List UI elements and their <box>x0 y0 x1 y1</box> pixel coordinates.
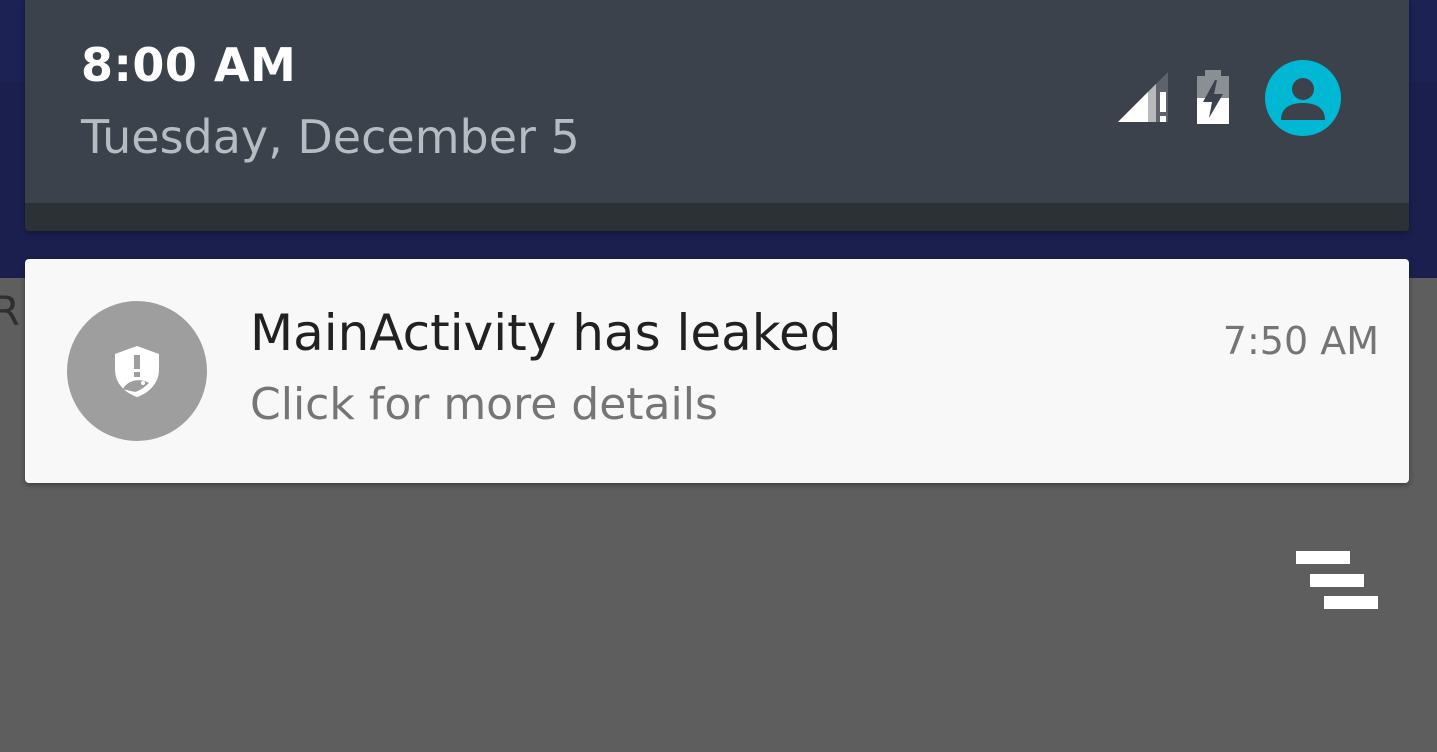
notification-title: MainActivity has leaked <box>250 304 842 362</box>
leak-canary-shield-icon <box>115 346 159 397</box>
quick-settings-handle[interactable] <box>25 203 1409 231</box>
date-text[interactable]: Tuesday, December 5 <box>81 110 580 164</box>
app-partial-text: R <box>0 289 20 335</box>
notification-app-icon <box>67 301 207 441</box>
clock-time[interactable]: 8:00 AM <box>81 38 296 92</box>
battery-charging-icon <box>1197 70 1229 124</box>
leak-notification[interactable]: MainActivity has leaked Click for more d… <box>25 259 1409 483</box>
quick-settings-header[interactable]: 8:00 AM Tuesday, December 5 <box>25 0 1409 231</box>
notification-time: 7:50 AM <box>1222 319 1379 363</box>
clear-all-icon[interactable] <box>1296 551 1380 611</box>
signal-no-data-icon <box>1118 72 1168 122</box>
notification-text: Click for more details <box>250 379 718 430</box>
user-avatar-icon[interactable] <box>1265 60 1341 136</box>
